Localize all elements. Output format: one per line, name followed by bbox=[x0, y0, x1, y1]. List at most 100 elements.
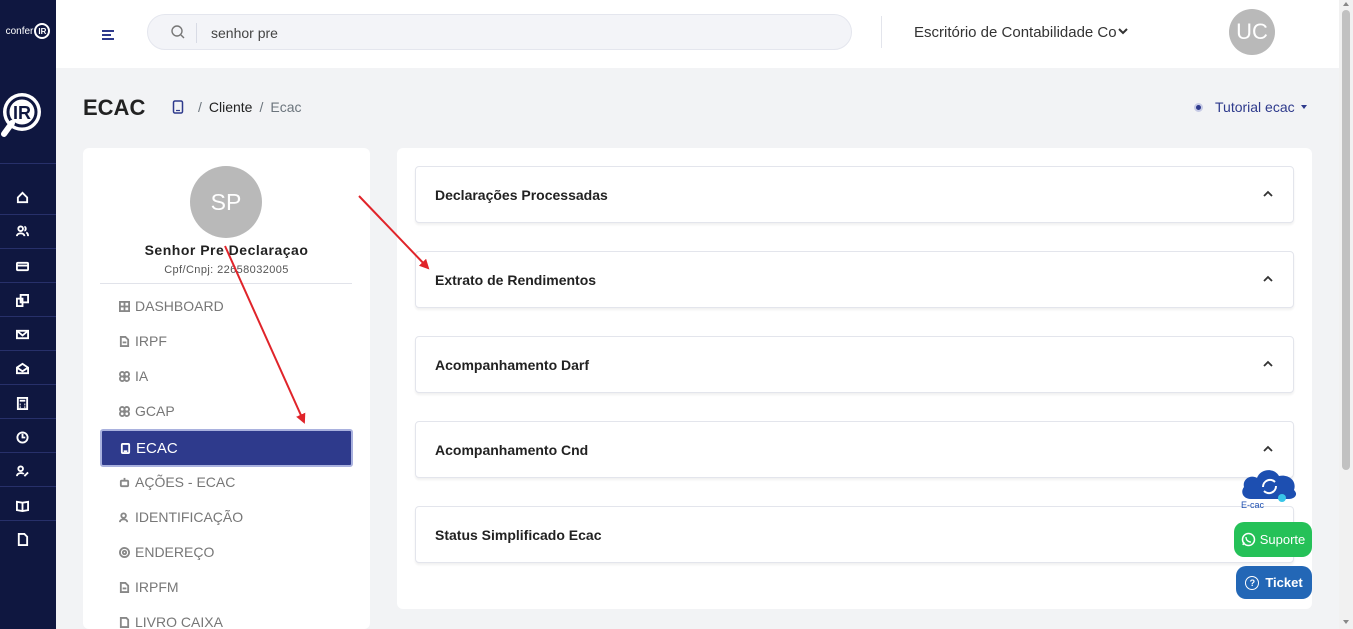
svg-text:IR: IR bbox=[13, 103, 31, 123]
menu-item-gcap[interactable]: GCAP bbox=[119, 403, 175, 419]
document-icon[interactable] bbox=[12, 529, 32, 549]
file-icon bbox=[119, 581, 130, 593]
rail-divider bbox=[0, 316, 56, 317]
breadcrumb-separator: / bbox=[198, 99, 202, 115]
menu-label: IRPFM bbox=[135, 579, 179, 595]
breadcrumb-separator: / bbox=[259, 99, 264, 115]
mail-icon[interactable] bbox=[12, 324, 32, 344]
robot-icon bbox=[119, 477, 130, 487]
menu-item-irpfm[interactable]: IRPFM bbox=[119, 579, 179, 595]
menu-label: IDENTIFICAÇÃO bbox=[135, 509, 244, 525]
users-icon[interactable] bbox=[12, 221, 32, 241]
client-avatar: SP bbox=[190, 166, 262, 238]
devices-icon[interactable] bbox=[12, 290, 32, 310]
search-divider bbox=[196, 23, 197, 43]
profile-divider bbox=[100, 283, 352, 284]
chevron-up-icon bbox=[1263, 445, 1273, 452]
chevron-up-icon bbox=[1263, 190, 1273, 197]
menu-item-livro-caixa[interactable]: LIVRO CAIXA bbox=[119, 614, 223, 629]
company-select[interactable]: Escritório de Contabilidade Co bbox=[901, 16, 1139, 48]
home-icon[interactable] bbox=[12, 187, 32, 207]
question-icon: ? bbox=[1245, 575, 1260, 590]
accordion-title: Extrato de Rendimentos bbox=[435, 272, 597, 288]
scroll-down-arrow[interactable] bbox=[1343, 620, 1349, 624]
rail-divider bbox=[0, 248, 56, 249]
rail-divider bbox=[0, 282, 56, 283]
rail-divider bbox=[0, 384, 56, 385]
scroll-thumb[interactable] bbox=[1342, 10, 1350, 470]
user-icon bbox=[119, 511, 129, 522]
client-cpf: Cpf/Cnpj: 22658032005 bbox=[164, 264, 289, 276]
client-profile-card: SP Senhor Pre Declaraçao Cpf/Cnpj: 22658… bbox=[83, 148, 370, 629]
chevron-up-icon bbox=[1263, 275, 1273, 282]
book-icon[interactable] bbox=[12, 495, 32, 515]
tablet-icon bbox=[120, 442, 131, 454]
card-icon[interactable] bbox=[12, 256, 32, 276]
ticket-button[interactable]: ? Ticket bbox=[1236, 566, 1312, 599]
accordion-title: Status Simplificado Ecac bbox=[435, 527, 602, 543]
accordion-extrato-rendimentos[interactable]: Extrato de Rendimentos bbox=[415, 251, 1294, 308]
accordion-declaracoes-processadas[interactable]: Declarações Processadas bbox=[415, 166, 1294, 223]
header-divider bbox=[881, 16, 882, 48]
search-bar[interactable]: senhor pre bbox=[147, 14, 852, 50]
search-input[interactable]: senhor pre bbox=[211, 25, 278, 41]
ecac-sections-card: Declarações Processadas Extrato de Rendi… bbox=[397, 148, 1312, 609]
radio-dot-icon bbox=[1194, 102, 1203, 112]
cog-cluster-icon bbox=[119, 405, 130, 417]
search-icon bbox=[171, 25, 185, 39]
accordion-status-simplificado[interactable]: Status Simplificado Ecac bbox=[415, 506, 1294, 563]
breadcrumb-current: Ecac bbox=[270, 99, 302, 115]
accordion-acompanhamento-cnd[interactable]: Acompanhamento Cnd bbox=[415, 421, 1294, 478]
menu-item-irpf[interactable]: IRPF bbox=[119, 333, 167, 349]
menu-toggle-icon[interactable] bbox=[102, 30, 114, 40]
menu-item-endereco[interactable]: ENDEREÇO bbox=[119, 544, 214, 560]
tutorial-dropdown[interactable]: Tutorial ecac bbox=[1194, 99, 1307, 115]
rail-divider bbox=[0, 214, 56, 215]
menu-item-ecac[interactable]: ECAC bbox=[100, 429, 353, 467]
file-icon bbox=[119, 335, 130, 347]
clock-icon[interactable] bbox=[12, 427, 32, 447]
tablet-icon[interactable] bbox=[172, 100, 184, 114]
menu-item-dashboard[interactable]: DASHBOARD bbox=[119, 298, 224, 314]
menu-label: IRPF bbox=[135, 333, 167, 349]
location-icon bbox=[119, 546, 130, 558]
rail-divider bbox=[0, 486, 56, 487]
rail-divider bbox=[0, 452, 56, 453]
scroll-up-arrow[interactable] bbox=[1343, 2, 1349, 6]
menu-item-ia[interactable]: IA bbox=[119, 368, 148, 384]
rail-divider bbox=[0, 350, 56, 351]
breadcrumb-cliente[interactable]: Cliente bbox=[209, 99, 253, 115]
grid-icon bbox=[119, 300, 130, 312]
accordion-acompanhamento-darf[interactable]: Acompanhamento Darf bbox=[415, 336, 1294, 393]
document-icon bbox=[119, 616, 130, 628]
menu-label: DASHBOARD bbox=[135, 298, 224, 314]
mail-open-icon[interactable] bbox=[12, 358, 32, 378]
chevron-down-icon bbox=[1118, 28, 1128, 35]
menu-item-identificacao[interactable]: IDENTIFICAÇÃO bbox=[119, 509, 243, 525]
ticket-label: Ticket bbox=[1265, 575, 1303, 590]
left-sidebar: confer IR IR bbox=[0, 0, 56, 629]
accordion-title: Acompanhamento Darf bbox=[435, 357, 590, 373]
conferir-logo[interactable]: confer IR bbox=[0, 18, 56, 44]
menu-item-acoes-ecac[interactable]: AÇÕES - ECAC bbox=[119, 474, 235, 490]
menu-label: ECAC bbox=[136, 439, 178, 457]
user-avatar[interactable]: UC bbox=[1229, 9, 1275, 55]
suporte-button[interactable]: Suporte bbox=[1234, 522, 1312, 557]
page-title: ECAC bbox=[83, 95, 146, 120]
calculator-icon[interactable] bbox=[12, 393, 32, 413]
accordion-title: Declarações Processadas bbox=[435, 187, 608, 203]
cog-cluster-icon bbox=[119, 370, 130, 382]
page-scrollbar[interactable] bbox=[1339, 0, 1353, 629]
client-name: Senhor Pre Declaraçao bbox=[144, 242, 309, 258]
logo-text: confer bbox=[5, 25, 34, 37]
menu-label: AÇÕES - ECAC bbox=[135, 474, 236, 490]
rail-divider bbox=[0, 418, 56, 419]
menu-label: LIVRO CAIXA bbox=[135, 614, 223, 629]
user-edit-icon[interactable] bbox=[12, 461, 32, 481]
ecac-sync-widget[interactable]: E-cac bbox=[1239, 465, 1301, 511]
breadcrumb: / Cliente / Ecac bbox=[172, 99, 302, 115]
menu-label: ENDEREÇO bbox=[135, 544, 215, 560]
caret-down-icon bbox=[1300, 105, 1307, 109]
whatsapp-icon bbox=[1241, 532, 1255, 547]
cloud-sync-icon bbox=[1242, 470, 1297, 502]
